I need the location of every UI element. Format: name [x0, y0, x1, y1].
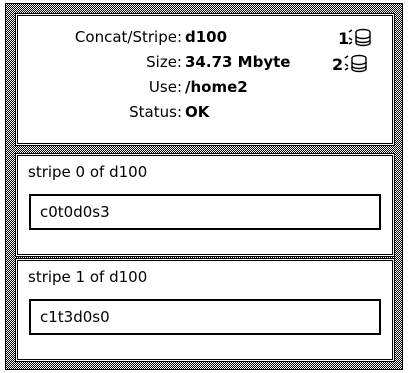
- stripe-0-slice[interactable]: c0t0d0s3: [29, 194, 381, 230]
- disk-icon-number: 1: [338, 29, 349, 48]
- use-row: Use: /home2: [36, 76, 346, 98]
- use-value: /home2: [185, 78, 248, 96]
- size-label: Size:: [146, 53, 182, 71]
- concat-value: d100: [185, 28, 228, 46]
- use-label: Use:: [148, 78, 182, 96]
- stripe-0-panel[interactable]: stripe 0 of d100 c0t0d0s3: [15, 153, 395, 257]
- size-row: Size: 34.73 Mbyte: [36, 51, 346, 73]
- stripe-0-title: stripe 0 of d100: [28, 163, 148, 181]
- stripe-1-disk-icon[interactable]: 1: [336, 28, 378, 48]
- status-value: OK: [185, 103, 210, 121]
- stripe-1-panel[interactable]: stripe 1 of d100 c1t3d0s0: [15, 258, 395, 362]
- disk-icon-number: 2: [332, 55, 343, 74]
- concat-row: Concat/Stripe: d100: [36, 26, 346, 48]
- size-value: 34.73 Mbyte: [185, 53, 291, 71]
- status-label: Status:: [129, 103, 182, 121]
- stripe-1-title: stripe 1 of d100: [28, 268, 148, 286]
- stripe-1-slice[interactable]: c1t3d0s0: [29, 299, 381, 335]
- concat-label: Concat/Stripe:: [74, 28, 182, 46]
- stripe-2-disk-icon[interactable]: 2: [330, 54, 372, 74]
- concat-info-panel: Concat/Stripe: d100 Size: 34.73 Mbyte Us…: [15, 13, 395, 146]
- status-row: Status: OK: [36, 101, 346, 123]
